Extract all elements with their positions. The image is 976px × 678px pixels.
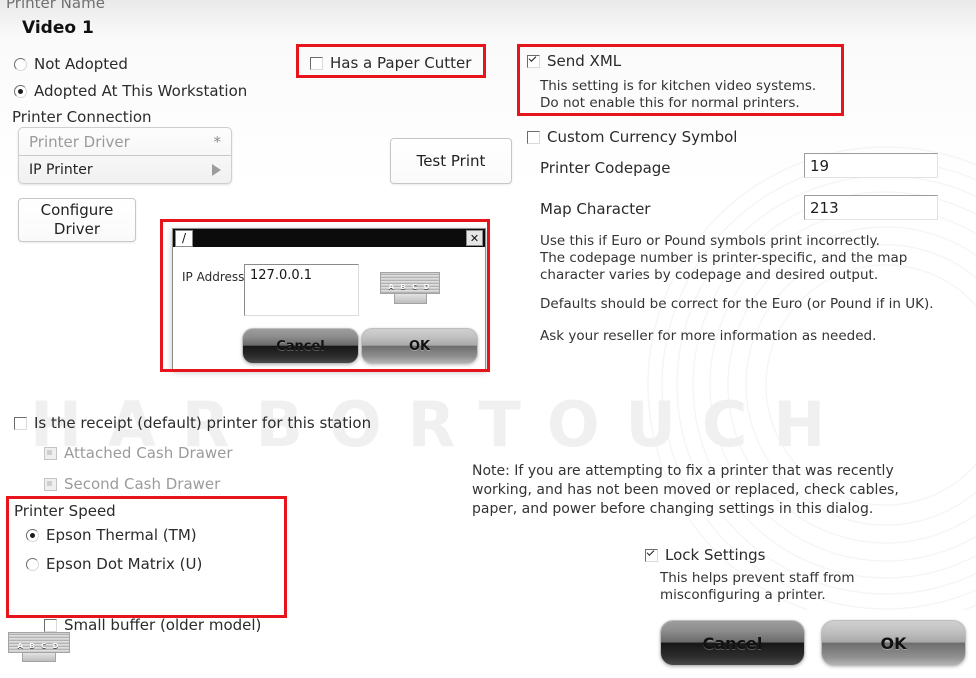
printer-brand-icon-label: A B C D	[17, 642, 61, 651]
troubleshooting-note: Note: If you are attempting to fix a pri…	[472, 463, 899, 517]
asterisk-icon: *	[213, 132, 222, 151]
ip-dialog-cancel-label: Cancel	[276, 338, 325, 354]
checkbox-send-xml-label: Send XML	[547, 52, 622, 70]
cancel-button-label: Cancel	[702, 633, 763, 653]
lock-settings-help: This helps prevent staff from misconfigu…	[660, 570, 855, 603]
radio-epson-thermal-label: Epson Thermal (TM)	[46, 526, 197, 544]
printer-driver-combo[interactable]: Printer Driver * IP Printer	[18, 127, 232, 184]
checkbox-small-buffer-label: Small buffer (older model)	[64, 616, 262, 634]
printer-codepage-label: Printer Codepage	[540, 159, 671, 177]
radio-epson-thermal-indicator	[26, 528, 39, 542]
checkbox-small-buffer-indicator	[44, 618, 57, 632]
checkbox-send-xml[interactable]: Send XML	[527, 52, 621, 70]
codepage-help-text-3: Ask your reseller for more information a…	[540, 328, 877, 344]
radio-not-adopted-label: Not Adopted	[34, 55, 128, 73]
ip-dialog-ok-label: OK	[408, 338, 431, 354]
radio-not-adopted[interactable]: Not Adopted	[14, 55, 128, 73]
printer-name-label: Printer Name	[6, 0, 105, 12]
printer-name-value: Video 1	[22, 18, 94, 38]
codepage-help-text-1: Use this if Euro or Pound symbols print …	[540, 233, 908, 283]
checkbox-has-paper-cutter[interactable]: Has a Paper Cutter	[310, 54, 471, 72]
configure-driver-button[interactable]: Configure Driver	[18, 198, 136, 242]
background-top-band	[0, 0, 976, 40]
printer-brand-icon-tray	[21, 653, 57, 662]
ip-dialog-printer-icon-label: A B C D	[388, 283, 432, 292]
checkbox-attached-cash-drawer[interactable]: Attached Cash Drawer	[44, 444, 233, 462]
radio-adopted-indicator	[14, 84, 27, 98]
checkbox-second-cash-drawer[interactable]: Second Cash Drawer	[44, 475, 220, 493]
checkbox-second-cash-drawer-label: Second Cash Drawer	[64, 475, 221, 493]
radio-not-adopted-indicator	[14, 57, 27, 71]
ip-dialog-body: IP Address 127.0.0.1 A B C D Cancel OK	[173, 247, 485, 369]
printer-brand-icon-body: A B C D	[8, 632, 70, 654]
codepage-help-text-2: Defaults should be correct for the Euro …	[540, 296, 934, 312]
ip-dialog-app-icon: /	[175, 229, 193, 247]
checkbox-custom-currency-indicator	[527, 130, 540, 144]
ip-dialog-printer-icon: A B C D	[380, 272, 440, 308]
checkbox-lock-settings-label: Lock Settings	[665, 546, 766, 564]
printer-driver-placeholder-row[interactable]: Printer Driver *	[19, 128, 231, 156]
ip-address-input[interactable]: 127.0.0.1	[244, 264, 359, 316]
close-icon[interactable]: ✕	[466, 230, 483, 246]
printer-driver-placeholder: Printer Driver	[29, 132, 130, 151]
ip-dialog-cancel-button[interactable]: Cancel	[242, 328, 359, 364]
printer-brand-icon: A B C D	[8, 632, 70, 666]
checkbox-has-paper-cutter-indicator	[310, 56, 323, 70]
checkbox-attached-cash-drawer-indicator	[44, 446, 57, 460]
test-print-button[interactable]: Test Print	[390, 138, 512, 184]
radio-epson-dot-matrix-label: Epson Dot Matrix (U)	[46, 555, 203, 573]
checkbox-custom-currency-symbol[interactable]: Custom Currency Symbol	[527, 128, 737, 146]
ok-button[interactable]: OK	[821, 620, 966, 666]
printer-settings-dialog: HARBORTOUCH Printer Name Video 1 Not Ado…	[0, 0, 976, 678]
checkbox-attached-cash-drawer-label: Attached Cash Drawer	[64, 444, 233, 462]
checkbox-lock-settings[interactable]: Lock Settings	[645, 546, 766, 564]
checkbox-default-receipt-printer-indicator	[14, 416, 27, 430]
ip-dialog-titlebar: / ✕	[173, 229, 485, 247]
radio-epson-dot-matrix-indicator	[26, 557, 39, 571]
ip-dialog-printer-icon-body: A B C D	[380, 272, 440, 295]
map-character-input[interactable]: 213	[804, 195, 938, 220]
send-xml-help-text: This setting is for kitchen video system…	[540, 78, 817, 111]
cancel-button[interactable]: Cancel	[660, 620, 805, 666]
map-character-label: Map Character	[540, 200, 651, 218]
printer-codepage-input[interactable]: 19	[804, 153, 938, 178]
printer-connection-label: Printer Connection	[12, 108, 152, 126]
radio-epson-dot-matrix[interactable]: Epson Dot Matrix (U)	[26, 555, 202, 573]
radio-adopted-label: Adopted At This Workstation	[34, 82, 248, 100]
printer-driver-selected-value: IP Printer	[29, 161, 93, 178]
ip-dialog-printer-icon-tray	[393, 294, 427, 304]
checkbox-small-buffer[interactable]: Small buffer (older model)	[44, 616, 261, 634]
checkbox-custom-currency-label: Custom Currency Symbol	[547, 128, 738, 146]
checkbox-has-paper-cutter-label: Has a Paper Cutter	[330, 54, 472, 72]
radio-epson-thermal[interactable]: Epson Thermal (TM)	[26, 526, 197, 544]
checkbox-send-xml-indicator	[527, 54, 540, 68]
chevron-right-icon	[212, 163, 221, 176]
checkbox-default-receipt-printer-label: Is the receipt (default) printer for thi…	[34, 414, 372, 432]
checkbox-lock-settings-indicator	[645, 548, 658, 562]
ip-address-label: IP Address	[182, 270, 245, 284]
checkbox-second-cash-drawer-indicator	[44, 477, 57, 491]
radio-adopted-at-workstation[interactable]: Adopted At This Workstation	[14, 82, 247, 100]
printer-driver-selected-row[interactable]: IP Printer	[19, 156, 231, 183]
ok-button-label: OK	[880, 633, 907, 653]
ip-address-dialog: / ✕ IP Address 127.0.0.1 A B C D Cancel …	[172, 228, 486, 370]
printer-speed-label: Printer Speed	[14, 502, 116, 520]
checkbox-default-receipt-printer[interactable]: Is the receipt (default) printer for thi…	[14, 414, 371, 432]
ip-dialog-ok-button[interactable]: OK	[361, 328, 478, 364]
